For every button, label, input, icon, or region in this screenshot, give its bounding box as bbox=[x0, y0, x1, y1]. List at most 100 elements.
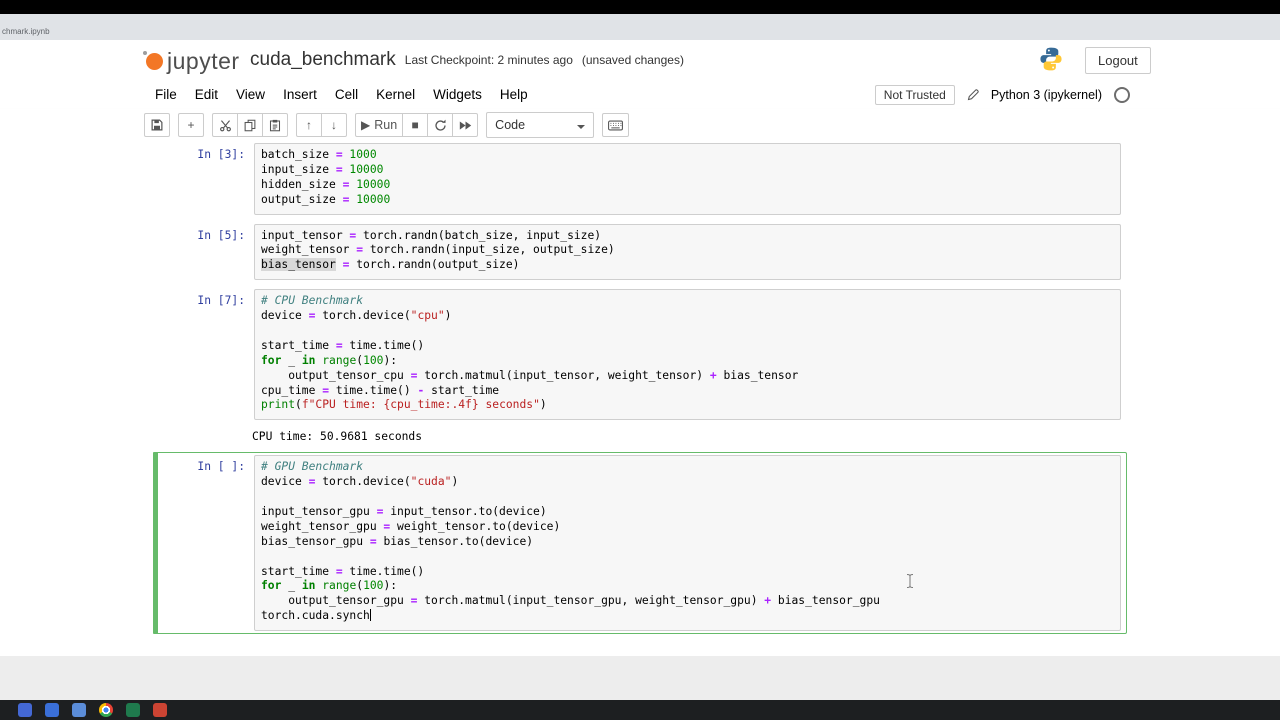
cell-input-row: In [5]: input_tensor = torch.randn(batch_… bbox=[159, 223, 1121, 281]
input-prompt: In [3]: bbox=[197, 148, 245, 161]
code-cell[interactable]: In [5]: input_tensor = torch.randn(batch_… bbox=[153, 221, 1127, 284]
toolbar-button-group: ▶ Run ■ bbox=[355, 113, 479, 137]
code-editor[interactable]: batch_size = 1000 input_size = 10000 hidde… bbox=[254, 143, 1121, 215]
keyboard-icon bbox=[608, 120, 624, 131]
mouse-text-cursor bbox=[906, 574, 914, 588]
move-cell-down-button[interactable]: ↓ bbox=[321, 113, 347, 137]
code-line: bias_tensor_gpu = bias_tensor.to(device) bbox=[261, 534, 534, 548]
arrow-down-icon: ↓ bbox=[331, 118, 337, 132]
code-editor[interactable]: # GPU Benchmark device = torch.device("cu… bbox=[254, 455, 1121, 632]
code-cell[interactable]: In [ ]: # GPU Benchmark device = torch.dev… bbox=[153, 452, 1127, 635]
menu-edit[interactable]: Edit bbox=[186, 87, 227, 102]
taskbar-app-6-icon[interactable] bbox=[153, 703, 167, 717]
jupyter-logo[interactable]: jupyter bbox=[143, 48, 240, 75]
output-text: CPU time: 50.9681 seconds bbox=[252, 430, 423, 444]
menu-widgets[interactable]: Widgets bbox=[424, 87, 491, 102]
menu-cell[interactable]: Cell bbox=[326, 87, 367, 102]
menu-items: File Edit View Insert Cell Kernel Widgets Help bbox=[146, 80, 537, 109]
notebook-header: jupyter cuda_benchmark Last Checkpoint: … bbox=[0, 40, 1280, 81]
python-icon bbox=[1038, 46, 1064, 72]
title-row: cuda_benchmark Last Checkpoint: 2 minute… bbox=[250, 40, 684, 80]
logout-button[interactable]: Logout bbox=[1085, 47, 1151, 74]
notebook-title[interactable]: cuda_benchmark bbox=[250, 49, 396, 71]
insert-cell-button[interactable]: + bbox=[178, 113, 204, 137]
code-line: batch_size = 1000 bbox=[261, 148, 377, 161]
code-line: input_tensor_gpu = input_tensor.to(devic… bbox=[261, 505, 547, 519]
toolbar-button-group: Code bbox=[486, 112, 595, 138]
menu-file[interactable]: File bbox=[146, 87, 186, 102]
code-line: for _ in range(100): bbox=[261, 353, 398, 367]
menu-help[interactable]: Help bbox=[491, 87, 537, 102]
copy-icon bbox=[244, 119, 256, 132]
fast-forward-icon bbox=[459, 120, 472, 131]
code-line: start_time = time.time() bbox=[261, 564, 425, 578]
code-line: bias_tensor = torch.randn(output_size) bbox=[261, 258, 520, 272]
floppy-icon bbox=[151, 119, 163, 131]
cell-input-row: In [7]: # CPU Benchmark device = torch.dev… bbox=[159, 289, 1121, 421]
desktop-background bbox=[0, 656, 1280, 700]
browser-tab-title: chmark.ipynb bbox=[2, 27, 50, 36]
stop-icon: ■ bbox=[411, 118, 419, 132]
restart-kernel-button[interactable] bbox=[427, 113, 454, 137]
taskbar-app-5-icon[interactable] bbox=[126, 703, 140, 717]
code-line: # GPU Benchmark bbox=[261, 460, 364, 474]
run-button[interactable]: ▶ Run bbox=[355, 113, 404, 137]
code-line: device = torch.device("cuda") bbox=[261, 475, 459, 489]
jupyter-logo-text: jupyter bbox=[167, 48, 240, 74]
taskbar-app-2-icon[interactable] bbox=[45, 703, 59, 717]
toolbar-groups: + ↑ ↓ ▶ Run ■ Code bbox=[144, 112, 630, 138]
interrupt-kernel-button[interactable]: ■ bbox=[402, 113, 429, 137]
pencil-icon[interactable] bbox=[967, 88, 979, 101]
refresh-icon bbox=[434, 119, 447, 132]
code-line: weight_tensor_gpu = weight_tensor.to(dev… bbox=[261, 519, 561, 533]
toolbar: + ↑ ↓ ▶ Run ■ Code bbox=[0, 109, 1280, 141]
command-palette-button[interactable] bbox=[602, 113, 630, 137]
code-line: output_tensor_cpu = torch.matmul(input_t… bbox=[261, 368, 799, 382]
menu-view[interactable]: View bbox=[227, 87, 274, 102]
taskbar bbox=[0, 700, 1280, 720]
browser-tab-strip: chmark.ipynb bbox=[0, 14, 1280, 41]
toolbar-button-group: ↑ ↓ bbox=[296, 113, 347, 137]
taskbar-app-3-icon[interactable] bbox=[72, 703, 86, 717]
checkpoint-status: Last Checkpoint: 2 minutes ago bbox=[404, 53, 573, 67]
chevron-down-icon bbox=[577, 124, 586, 133]
restart-run-all-button[interactable] bbox=[452, 113, 479, 137]
trust-status-button[interactable]: Not Trusted bbox=[874, 84, 955, 105]
input-prompt: In [5]: bbox=[197, 228, 245, 242]
text-caret bbox=[369, 609, 371, 622]
plus-icon: + bbox=[187, 118, 195, 132]
toolbar-button-group bbox=[602, 113, 630, 137]
code-line: input_size = 10000 bbox=[261, 162, 384, 176]
menu-insert[interactable]: Insert bbox=[274, 87, 326, 102]
taskbar-app-1-icon[interactable] bbox=[18, 703, 32, 717]
code-cell[interactable]: In [7]: # CPU Benchmark device = torch.dev… bbox=[153, 286, 1127, 449]
paste-icon bbox=[269, 119, 281, 132]
jupyter-logo-icon bbox=[143, 51, 163, 70]
cell-type-select[interactable]: Code bbox=[486, 112, 595, 138]
menu-kernel[interactable]: Kernel bbox=[367, 87, 424, 102]
run-button-label: Run bbox=[374, 118, 398, 132]
taskbar-chrome-browser-icon[interactable] bbox=[99, 703, 113, 717]
code-line: cpu_time = time.time() - start_time bbox=[261, 383, 500, 397]
code-cell[interactable]: In [3]: batch_size = 1000 input_size = 100… bbox=[153, 140, 1127, 218]
cell-type-label: Code bbox=[495, 118, 526, 132]
code-line: device = torch.device("cpu") bbox=[261, 309, 452, 323]
save-button[interactable] bbox=[144, 113, 170, 137]
unsaved-changes-indicator: (unsaved changes) bbox=[581, 53, 684, 67]
cut-cells-button[interactable] bbox=[212, 113, 238, 137]
cell-output: CPU time: 50.9681 seconds bbox=[159, 426, 1121, 446]
code-line: for _ in range(100): bbox=[261, 579, 398, 593]
kernel-name: Python 3 (ipykernel) bbox=[990, 87, 1102, 102]
play-icon: ▶ bbox=[361, 118, 371, 132]
notebook-cells: In [3]: batch_size = 1000 input_size = 100… bbox=[153, 140, 1127, 635]
code-editor[interactable]: # CPU Benchmark device = torch.device("cp… bbox=[254, 289, 1121, 421]
code-editor[interactable]: input_tensor = torch.randn(batch_size, i… bbox=[254, 223, 1121, 281]
notebook-area: In [3]: batch_size = 1000 input_size = 100… bbox=[0, 140, 1280, 656]
copy-cells-button[interactable] bbox=[237, 113, 263, 137]
cell-input-row: In [3]: batch_size = 1000 input_size = 100… bbox=[159, 143, 1121, 215]
kernel-idle-icon bbox=[1114, 86, 1130, 103]
move-cell-up-button[interactable]: ↑ bbox=[296, 113, 322, 137]
paste-cells-button[interactable] bbox=[262, 113, 288, 137]
